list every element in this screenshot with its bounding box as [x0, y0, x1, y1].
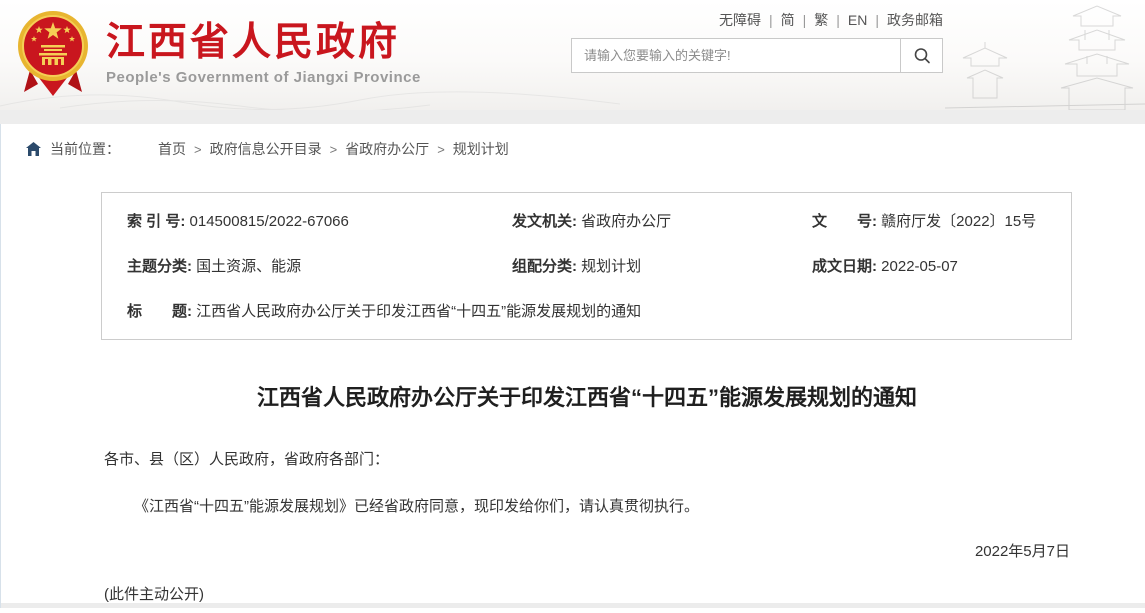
meta-index-no-label: 索 引 号:	[127, 213, 185, 230]
meta-doc-no-value: 赣府厅发〔2022〕15号	[881, 213, 1036, 230]
document-salutation: 各市、县（区）人民政府，省政府各部门：	[104, 449, 1070, 472]
search-button[interactable]	[900, 39, 942, 72]
main-content: 当前位置： 首页 > 政府信息公开目录 > 省政府办公厅 > 规划计划 索 引 …	[0, 124, 1145, 608]
meta-doc-no: 文 号: 赣府厅发〔2022〕15号	[787, 198, 1073, 243]
breadcrumb-item-general-office[interactable]: 省政府办公厅	[345, 139, 429, 159]
meta-doc-no-label: 文 号:	[812, 213, 877, 230]
topbar-separator: |	[875, 12, 879, 28]
meta-written-date-label: 成文日期:	[812, 258, 877, 275]
meta-written-date: 成文日期: 2022-05-07	[787, 243, 1073, 288]
breadcrumb-separator: >	[330, 142, 338, 157]
topbar-separator: |	[769, 12, 773, 28]
link-english[interactable]: EN	[848, 12, 867, 28]
link-traditional-chinese[interactable]: 繁	[814, 10, 828, 30]
search-bar	[571, 38, 943, 73]
site-subtitle: People's Government of Jiangxi Province	[106, 69, 421, 86]
link-simplified-chinese[interactable]: 简	[781, 10, 795, 30]
breadcrumb-item-home[interactable]: 首页	[158, 139, 186, 159]
meta-title-label: 标 题:	[127, 303, 192, 320]
header-divider	[0, 110, 1145, 124]
document-body: 各市、县（区）人民政府，省政府各部门： 《江西省“十四五”能源发展规划》已经省政…	[104, 449, 1070, 613]
breadcrumb-item-info-directory[interactable]: 政府信息公开目录	[210, 139, 322, 159]
meta-group-class: 组配分类: 规划计划	[487, 243, 787, 288]
meta-title: 标 题: 江西省人民政府办公厅关于印发江西省“十四五”能源发展规划的通知	[102, 288, 1073, 333]
document-meta-table: 索 引 号: 014500815/2022-67066 发文机关: 省政府办公厅…	[101, 192, 1072, 340]
meta-index-no-value: 014500815/2022-67066	[190, 213, 349, 230]
national-emblem-icon	[14, 8, 92, 100]
search-icon	[912, 46, 932, 66]
breadcrumb: 当前位置： 首页 > 政府信息公开目录 > 省政府办公厅 > 规划计划	[1, 124, 1145, 159]
link-gov-mailbox[interactable]: 政务邮箱	[887, 10, 943, 30]
meta-issuing-org: 发文机关: 省政府办公厅	[487, 198, 787, 243]
breadcrumb-separator: >	[437, 142, 445, 157]
home-icon	[26, 142, 41, 156]
meta-topic-class-label: 主题分类:	[127, 258, 192, 275]
brand-text: 江西省人民政府 People's Government of Jiangxi P…	[106, 22, 421, 86]
topbar-links: 无障碍 | 简 | 繁 | EN | 政务邮箱	[719, 10, 943, 30]
meta-issuing-org-value: 省政府办公厅	[581, 213, 671, 230]
meta-topic-class-value: 国土资源、能源	[196, 258, 301, 275]
breadcrumb-separator: >	[194, 142, 202, 157]
document-paragraph: 《江西省“十四五”能源发展规划》已经省政府同意，现印发给你们，请认真贯彻执行。	[104, 495, 1070, 519]
link-accessibility[interactable]: 无障碍	[719, 10, 761, 30]
meta-group-class-label: 组配分类:	[512, 258, 577, 275]
pavilion-sketch-art	[945, 0, 1145, 110]
document-title: 江西省人民政府办公厅关于印发江西省“十四五”能源发展规划的通知	[104, 384, 1070, 413]
site-header: 江西省人民政府 People's Government of Jiangxi P…	[0, 0, 1145, 110]
meta-topic-class: 主题分类: 国土资源、能源	[102, 243, 487, 288]
site-logo[interactable]: 江西省人民政府 People's Government of Jiangxi P…	[14, 8, 421, 100]
meta-index-no: 索 引 号: 014500815/2022-67066	[102, 198, 487, 243]
site-title: 江西省人民政府	[106, 22, 421, 65]
meta-written-date-value: 2022-05-07	[881, 258, 958, 275]
document-date: 2022年5月7日	[104, 541, 1070, 564]
meta-title-value: 江西省人民政府办公厅关于印发江西省“十四五”能源发展规划的通知	[196, 303, 641, 320]
topbar-separator: |	[836, 12, 840, 28]
meta-issuing-org-label: 发文机关:	[512, 213, 577, 230]
search-input[interactable]	[572, 39, 900, 72]
topbar-separator: |	[803, 12, 807, 28]
breadcrumb-item-plans[interactable]: 规划计划	[453, 139, 509, 159]
meta-group-class-value: 规划计划	[581, 258, 641, 275]
bottom-divider	[1, 603, 1145, 608]
breadcrumb-label: 当前位置：	[50, 139, 120, 159]
